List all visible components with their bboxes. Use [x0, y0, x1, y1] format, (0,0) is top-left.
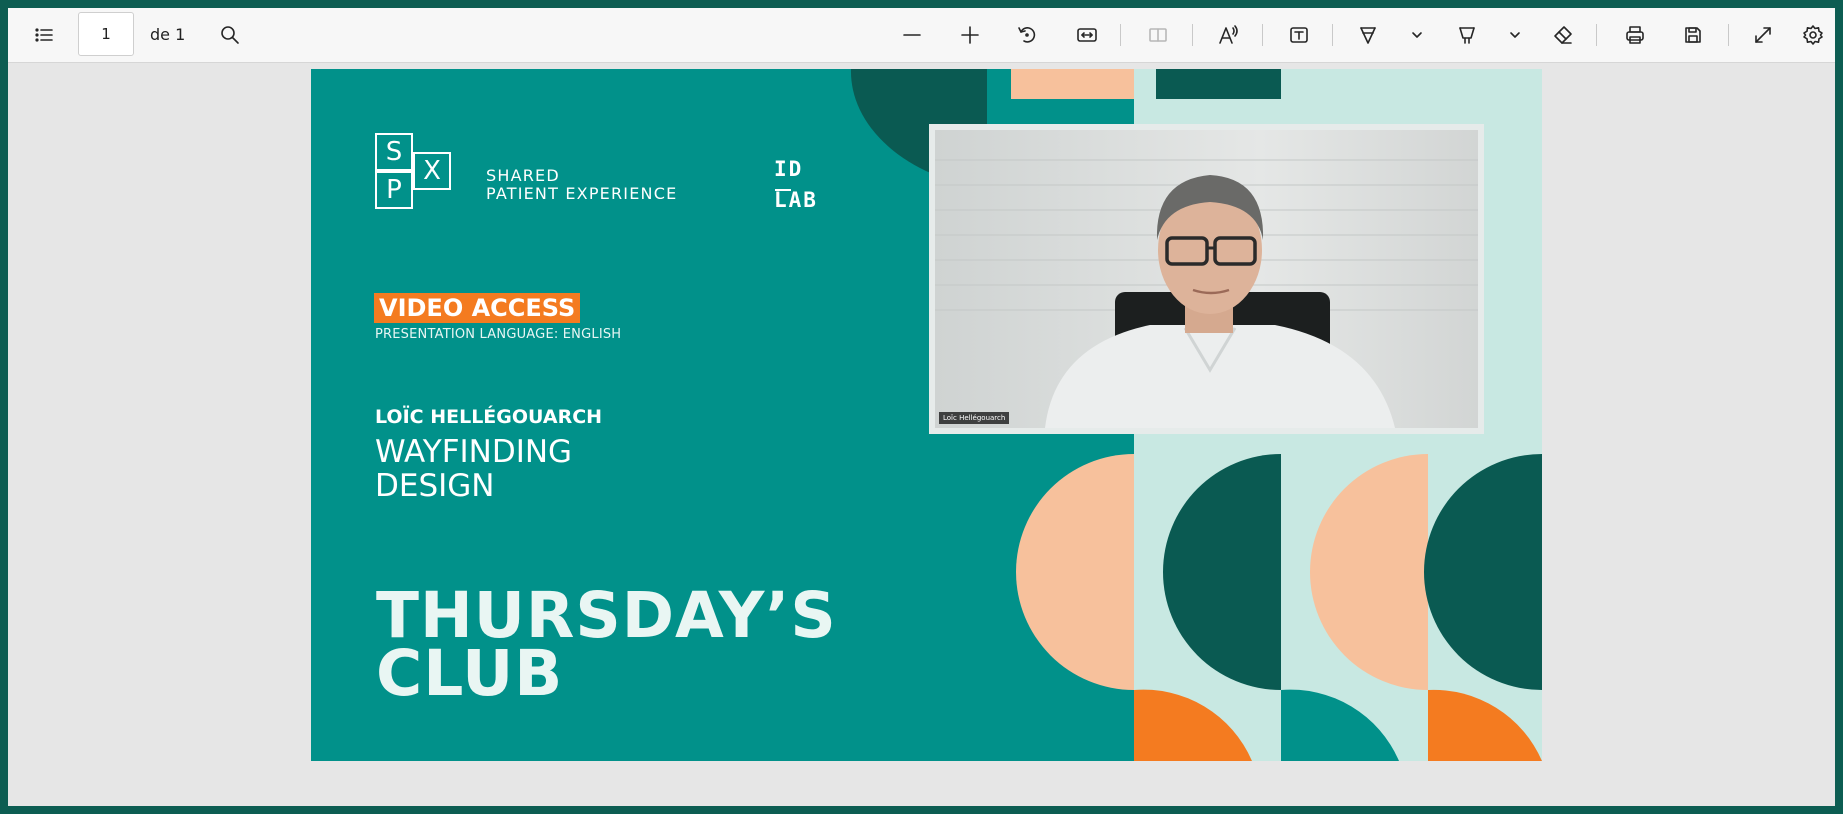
- logo-letter-s: S: [375, 133, 413, 171]
- video-name-tag: Loïc Hellégouarch: [939, 412, 1010, 424]
- talk-title-line-2: DESIGN: [375, 468, 495, 504]
- page-number-input[interactable]: [78, 12, 134, 56]
- speaker-name: LOÏC HELLÉGOUARCH: [375, 406, 603, 428]
- event-title: THURSDAY’S CLUB: [376, 584, 837, 710]
- toc-list-icon[interactable]: [28, 19, 60, 51]
- draw-options-chevron-icon[interactable]: [1401, 19, 1433, 51]
- speaker-portrait: [935, 130, 1478, 428]
- event-title-line-2: CLUB: [376, 637, 564, 710]
- page-count-label: de 1: [150, 25, 186, 44]
- idlab-logo-line-1: ID: [774, 157, 804, 181]
- pdf-page: S X P SHARED PATIENT EXPERIENCE ID LAB V…: [311, 69, 1542, 761]
- eraser-icon[interactable]: [1547, 19, 1579, 51]
- idlab-logo-line-2: LAB: [774, 188, 818, 212]
- print-icon[interactable]: [1619, 19, 1651, 51]
- draw-icon[interactable]: [1352, 19, 1384, 51]
- talk-title: WAYFINDING DESIGN: [375, 435, 675, 503]
- presentation-language: PRESENTATION LANGUAGE: ENGLISH: [375, 327, 622, 342]
- search-icon[interactable]: [214, 19, 246, 51]
- pdf-toolbar: de 1: [8, 8, 1835, 63]
- pdf-viewer-window: de 1: [8, 8, 1835, 806]
- page-view-icon[interactable]: [1142, 19, 1174, 51]
- video-access-badge: VIDEO ACCESS: [374, 293, 581, 323]
- rotate-icon[interactable]: [1011, 19, 1043, 51]
- talk-title-line-1: WAYFINDING: [375, 434, 573, 470]
- logo-text-line-2: PATIENT EXPERIENCE: [486, 184, 678, 203]
- zoom-in-icon[interactable]: [954, 19, 986, 51]
- save-icon[interactable]: [1677, 19, 1709, 51]
- fullscreen-icon[interactable]: [1747, 19, 1779, 51]
- logo-letter-p: P: [375, 171, 413, 209]
- read-aloud-icon[interactable]: [1213, 19, 1245, 51]
- settings-icon[interactable]: [1797, 19, 1829, 51]
- highlight-icon[interactable]: [1451, 19, 1483, 51]
- logo-letter-x: X: [413, 152, 451, 190]
- speaker-video-image: Loïc Hellégouarch: [935, 130, 1478, 428]
- highlight-options-chevron-icon[interactable]: [1499, 19, 1531, 51]
- logo-text-line-1: SHARED: [486, 166, 560, 185]
- text-box-icon[interactable]: [1283, 19, 1315, 51]
- fit-width-icon[interactable]: [1071, 19, 1103, 51]
- zoom-out-icon[interactable]: [896, 19, 928, 51]
- speaker-video-frame: Loïc Hellégouarch: [929, 124, 1484, 434]
